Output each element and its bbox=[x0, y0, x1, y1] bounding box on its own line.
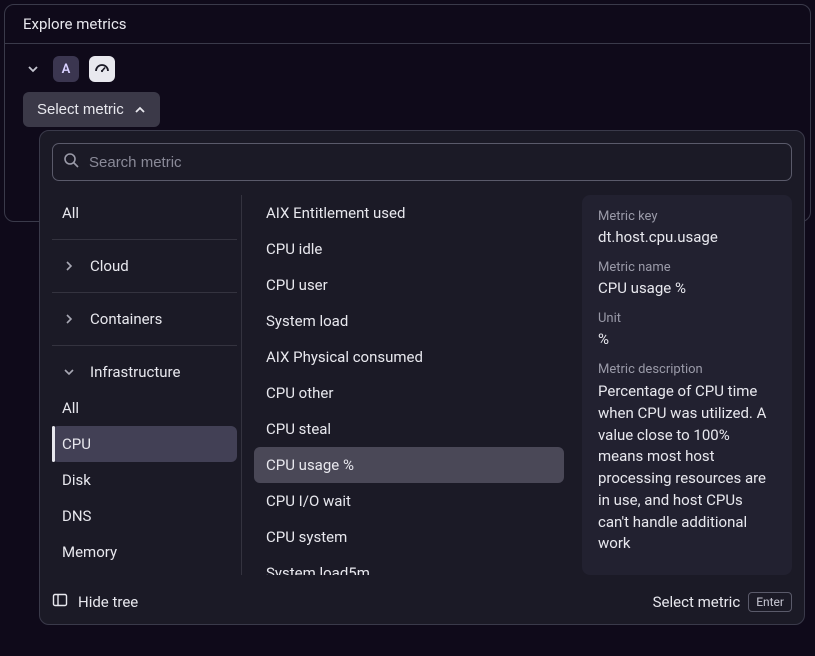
detail-key-value: dt.host.cpu.usage bbox=[598, 228, 776, 246]
metric-detail-panel: Metric key dt.host.cpu.usage Metric name… bbox=[582, 195, 792, 575]
enter-key-badge: Enter bbox=[748, 592, 792, 612]
metric-item[interactable]: CPU steal bbox=[254, 411, 564, 447]
throughput-icon[interactable] bbox=[89, 56, 115, 82]
search-wrapper bbox=[52, 143, 792, 181]
tree-item-containers[interactable]: Containers bbox=[52, 301, 237, 337]
explore-metrics-panel: Explore metrics A Select metric bbox=[4, 4, 811, 222]
detail-desc-label: Metric description bbox=[598, 362, 776, 377]
metric-picker-dropdown: All Cloud Containers bbox=[39, 130, 805, 625]
metric-item[interactable]: System load bbox=[254, 303, 564, 339]
detail-key-label: Metric key bbox=[598, 209, 776, 224]
picker-footer: Hide tree Select metric Enter bbox=[52, 575, 792, 612]
detail-name-label: Metric name bbox=[598, 260, 776, 275]
search-input[interactable] bbox=[89, 154, 781, 171]
tree-item-infrastructure[interactable]: Infrastructure bbox=[52, 354, 237, 390]
search-icon bbox=[63, 152, 79, 172]
metric-item[interactable]: CPU user bbox=[254, 267, 564, 303]
tree-item-cloud[interactable]: Cloud bbox=[52, 248, 237, 284]
panel-collapse-icon bbox=[52, 592, 68, 612]
metric-item[interactable]: CPU system bbox=[254, 519, 564, 555]
metric-item[interactable]: CPU idle bbox=[254, 231, 564, 267]
chevron-right-icon bbox=[62, 261, 76, 271]
chevron-down-icon bbox=[62, 367, 76, 377]
query-letter-badge[interactable]: A bbox=[53, 56, 79, 82]
detail-unit-label: Unit bbox=[598, 311, 776, 326]
metric-item-active[interactable]: CPU usage % bbox=[254, 447, 564, 483]
tree-label: Containers bbox=[90, 310, 162, 328]
metric-item[interactable]: AIX Physical consumed bbox=[254, 339, 564, 375]
tree-item-disk[interactable]: Disk bbox=[52, 462, 237, 498]
chevron-right-icon bbox=[62, 314, 76, 324]
tree-item-infra-all[interactable]: All bbox=[52, 390, 237, 426]
metric-item[interactable]: CPU other bbox=[254, 375, 564, 411]
detail-name-value: CPU usage % bbox=[598, 279, 776, 297]
metric-item[interactable]: CPU I/O wait bbox=[254, 483, 564, 519]
tree-label: Cloud bbox=[90, 257, 129, 275]
tree-item-dns[interactable]: DNS bbox=[52, 498, 237, 534]
tree-item-memory[interactable]: Memory bbox=[52, 534, 237, 570]
metric-item[interactable]: System load5m bbox=[254, 555, 564, 575]
select-metric-action[interactable]: Select metric Enter bbox=[653, 592, 792, 612]
divider bbox=[52, 345, 237, 346]
category-tree[interactable]: All Cloud Containers bbox=[52, 195, 242, 575]
divider bbox=[52, 239, 237, 240]
select-metric-label: Select metric bbox=[37, 101, 124, 118]
tree-item-cpu[interactable]: CPU bbox=[52, 426, 237, 462]
tree-label: Infrastructure bbox=[90, 363, 180, 381]
query-row: A bbox=[5, 44, 810, 86]
metric-list[interactable]: AIX Entitlement used CPU idle CPU user S… bbox=[254, 195, 570, 575]
tree-item-all-top[interactable]: All bbox=[52, 195, 237, 231]
hide-tree-label: Hide tree bbox=[78, 593, 138, 611]
hide-tree-button[interactable]: Hide tree bbox=[52, 592, 138, 612]
collapse-query-icon[interactable] bbox=[23, 59, 43, 79]
select-metric-label: Select metric bbox=[653, 593, 741, 611]
detail-unit-value: % bbox=[598, 330, 776, 348]
detail-desc-value: Percentage of CPU time when CPU was util… bbox=[598, 381, 776, 555]
divider bbox=[52, 292, 237, 293]
metric-item[interactable]: AIX Entitlement used bbox=[254, 195, 564, 231]
picker-columns: All Cloud Containers bbox=[52, 195, 792, 575]
page-title: Explore metrics bbox=[5, 5, 810, 44]
select-metric-dropdown-button[interactable]: Select metric bbox=[23, 92, 160, 127]
